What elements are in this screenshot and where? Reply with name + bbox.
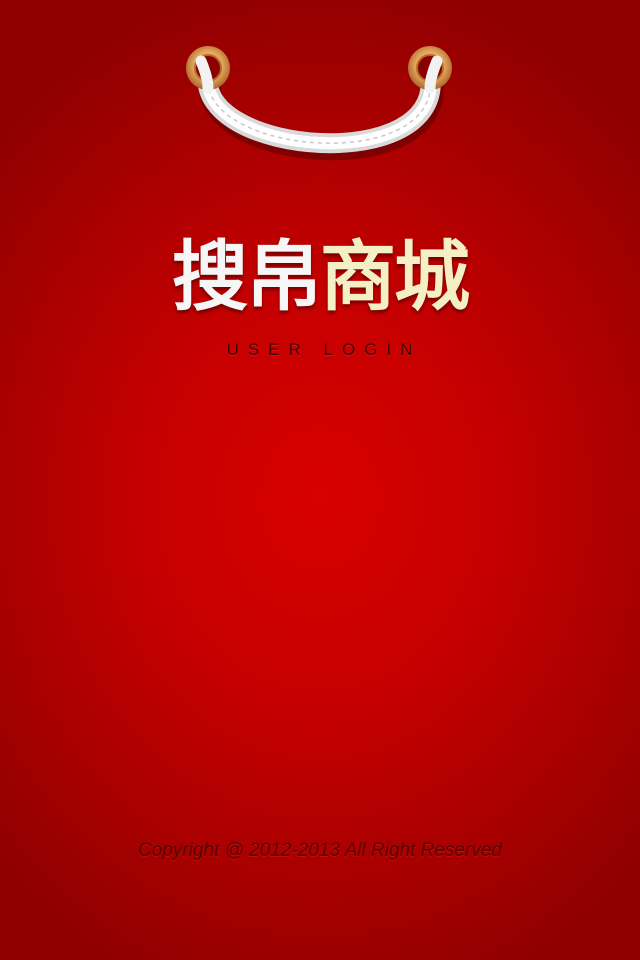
app-logo: 搜帛商城 — [0, 232, 640, 322]
page-subtitle: USER LOGIN — [226, 340, 422, 359]
logo-part-2: 商城 — [320, 232, 470, 321]
bag-handle-icon — [176, 36, 466, 196]
copyright-text: Copyright @ 2012-2013 All Right Reserved — [138, 840, 502, 861]
logo-part-1: 搜帛 — [172, 232, 322, 321]
